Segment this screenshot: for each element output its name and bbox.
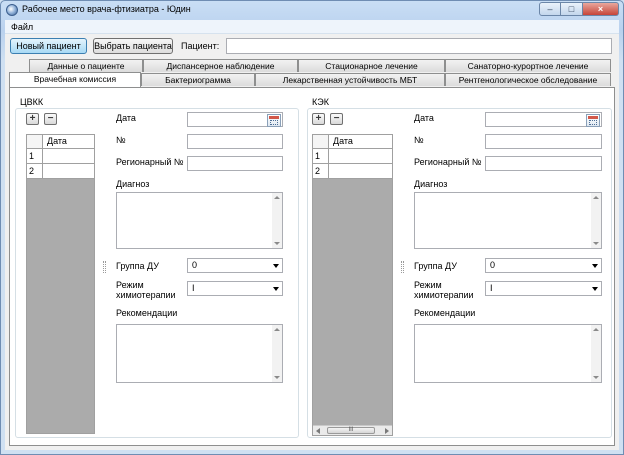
cvkk-add-button[interactable]: + [26, 113, 39, 125]
cvkk-regional-field[interactable] [187, 156, 283, 171]
scrollbar[interactable] [272, 325, 282, 382]
tab-inpatient[interactable]: Стационарное лечение [298, 59, 445, 72]
cvkk-regime-label-2: химиотерапии [116, 290, 176, 300]
tab-xray[interactable]: Рентгенологическое обследование [445, 73, 611, 86]
minus-icon: − [47, 113, 54, 124]
cvkk-regime-label: Режим [116, 280, 144, 290]
kek-regime-label-2: химиотерапии [414, 290, 474, 300]
kek-date-grid[interactable]: Дата 1 2 III [312, 134, 393, 436]
grid-column-date[interactable]: Дата [43, 135, 94, 149]
cvkk-remove-button[interactable]: − [44, 113, 57, 125]
selected-value: I [490, 283, 493, 293]
row-number: 2 [27, 164, 43, 178]
kek-date-label: Дата [414, 113, 434, 123]
row-number: 1 [27, 149, 43, 163]
scroll-thumb[interactable]: III [327, 427, 375, 434]
cvkk-diagnosis-field[interactable] [116, 192, 283, 249]
maximize-icon[interactable]: □ [561, 2, 583, 16]
scrollbar[interactable] [591, 325, 601, 382]
cvkk-group-du-select[interactable]: 0 [187, 258, 283, 273]
table-row[interactable]: 1 [27, 149, 94, 164]
kek-diagnosis-label: Диагноз [414, 179, 448, 189]
horizontal-scrollbar[interactable]: III [313, 425, 392, 435]
cvkk-group-du-label: Группа ДУ [116, 261, 159, 271]
row-number: 1 [313, 149, 329, 163]
menu-bar: Файл [5, 20, 619, 34]
grid-column-date[interactable]: Дата [329, 135, 392, 149]
kek-regime-select[interactable]: I [485, 281, 602, 296]
patient-label: Пациент: [181, 41, 220, 51]
tab-drug-resistance[interactable]: Лекарственная устойчивость МБТ [255, 73, 445, 86]
cvkk-date-field[interactable] [187, 112, 283, 127]
selected-value: 0 [192, 260, 198, 270]
row-number: 2 [313, 164, 329, 178]
plus-icon: + [315, 113, 322, 124]
cvkk-date-grid[interactable]: Дата 1 2 [26, 134, 95, 434]
calendar-icon[interactable] [586, 114, 600, 127]
toolbar: Новый пациент Выбрать пациента Пациент: [5, 34, 619, 57]
kek-regional-label: Регионарный № [414, 157, 482, 167]
grid-header: Дата [27, 135, 94, 149]
tab-dispensary[interactable]: Диспансерное наблюдение [143, 59, 298, 72]
kek-date-field[interactable] [485, 112, 602, 127]
title-bar: Рабочее место врача-фтизиатра - Юдин – □… [1, 1, 623, 19]
select-patient-button[interactable]: Выбрать пациента [93, 38, 173, 54]
tab-page-commission: ЦВКК + − Дата 1 2 Дата № Регионарный № Д… [9, 87, 615, 446]
kek-regional-field[interactable] [485, 156, 602, 171]
kek-number-field[interactable] [485, 134, 602, 149]
tab-bacteriogram[interactable]: Бактериограмма [141, 73, 255, 86]
tab-sanatorium[interactable]: Санаторно-курортное лечение [445, 59, 611, 72]
kek-group-du-label: Группа ДУ [414, 261, 457, 271]
scroll-left-icon[interactable] [316, 428, 320, 434]
app-logo-icon [6, 4, 18, 16]
chevron-down-icon [273, 287, 279, 291]
kek-group-title: КЭК [312, 97, 329, 107]
new-patient-button[interactable]: Новый пациент [10, 38, 87, 54]
cvkk-number-label: № [116, 135, 126, 145]
chevron-down-icon [592, 287, 598, 291]
table-row[interactable]: 2 [313, 164, 392, 179]
cvkk-date-label: Дата [116, 113, 136, 123]
splitter-handle[interactable] [103, 261, 106, 273]
kek-remove-button[interactable]: − [330, 113, 343, 125]
close-icon[interactable]: × [583, 2, 619, 16]
selected-value: I [192, 283, 195, 293]
menu-file[interactable]: Файл [11, 22, 33, 32]
scrollbar[interactable] [591, 193, 601, 248]
tab-medical-commission[interactable]: Врачебная комиссия [9, 72, 141, 87]
minimize-icon[interactable]: – [539, 2, 561, 16]
cvkk-recommend-field[interactable] [116, 324, 283, 383]
cvkk-group-title: ЦВКК [20, 97, 44, 107]
minus-icon: − [333, 113, 340, 124]
window-controls: – □ × [539, 2, 619, 16]
splitter-handle[interactable] [401, 261, 404, 273]
cvkk-diagnosis-label: Диагноз [116, 179, 150, 189]
tab-patient-data[interactable]: Данные о пациенте [29, 59, 143, 72]
plus-icon: + [29, 113, 36, 124]
kek-group-du-select[interactable]: 0 [485, 258, 602, 273]
kek-recommend-label: Рекомендации [414, 308, 476, 318]
scrollbar[interactable] [272, 193, 282, 248]
main-area: Данные о пациенте Диспансерное наблюдени… [5, 57, 619, 450]
kek-recommend-field[interactable] [414, 324, 602, 383]
selected-value: 0 [490, 260, 496, 270]
kek-diagnosis-field[interactable] [414, 192, 602, 249]
chevron-down-icon [273, 264, 279, 268]
table-row[interactable]: 1 [313, 149, 392, 164]
table-row[interactable]: 2 [27, 164, 94, 179]
kek-number-label: № [414, 135, 424, 145]
cvkk-regional-label: Регионарный № [116, 157, 184, 167]
kek-regime-label: Режим [414, 280, 442, 290]
cvkk-regime-select[interactable]: I [187, 281, 283, 296]
patient-field[interactable] [226, 38, 612, 54]
cvkk-number-field[interactable] [187, 134, 283, 149]
window-title: Рабочее место врача-фтизиатра - Юдин [22, 4, 191, 14]
grid-header: Дата [313, 135, 392, 149]
calendar-icon[interactable] [267, 114, 281, 127]
scroll-right-icon[interactable] [385, 428, 389, 434]
app-window: Рабочее место врача-фтизиатра - Юдин – □… [0, 0, 624, 455]
chevron-down-icon [592, 264, 598, 268]
kek-add-button[interactable]: + [312, 113, 325, 125]
cvkk-recommend-label: Рекомендации [116, 308, 178, 318]
